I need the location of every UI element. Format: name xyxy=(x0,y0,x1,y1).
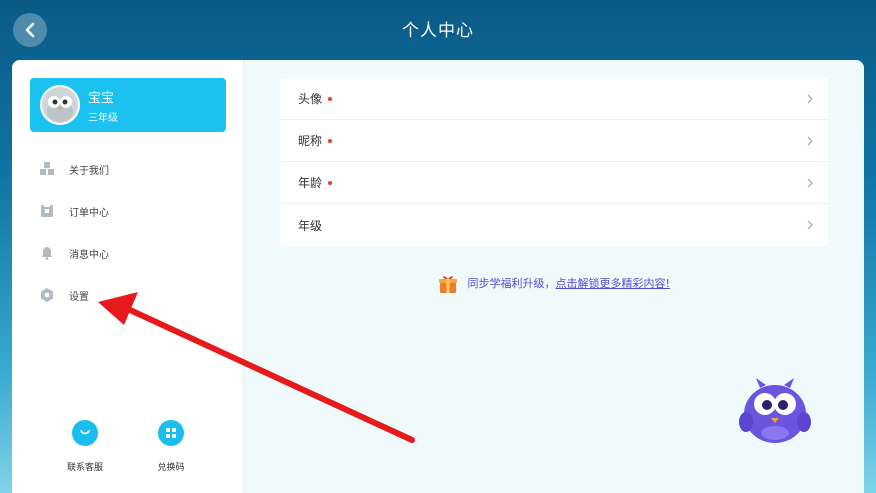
profile-card[interactable]: 宝宝 三年级 xyxy=(30,78,226,132)
chevron-right-icon xyxy=(807,178,813,188)
redeem-code-button[interactable]: 兑换码 xyxy=(139,420,203,473)
row-avatar[interactable]: 头像 xyxy=(280,78,828,120)
sidebar-item-messages[interactable]: 消息中心 xyxy=(12,232,244,274)
row-label: 昵称 xyxy=(298,134,323,148)
bell-icon xyxy=(41,247,53,260)
required-dot xyxy=(328,139,333,143)
user-name: 宝宝 xyxy=(88,91,115,106)
owl-avatar-icon xyxy=(42,87,78,123)
promo-banner: 同步学福利升级，点击解锁更多精彩内容! xyxy=(280,274,828,294)
redeem-code-label: 兑换码 xyxy=(157,463,185,473)
user-grade: 三年级 xyxy=(88,113,118,124)
cubes-icon xyxy=(40,162,54,175)
row-label: 年级 xyxy=(298,218,323,233)
customer-service-button[interactable]: 联系客服 xyxy=(53,420,117,473)
top-bar: 个人中心 xyxy=(0,0,876,58)
promo-link[interactable]: 点击解锁更多精彩内容! xyxy=(556,277,670,290)
profile-rows: 头像 昵称 年龄 年级 xyxy=(280,78,828,246)
row-nickname[interactable]: 昵称 xyxy=(280,120,828,162)
sidebar-menu: 关于我们 订单中心 消息中心 设置 xyxy=(12,148,244,316)
required-dot xyxy=(328,97,333,101)
page-title: 个人中心 xyxy=(402,21,474,41)
profile-content: 头像 昵称 年龄 年级 同步学福利升级，点击解锁更多精彩内容! xyxy=(280,78,828,293)
row-grade[interactable]: 年级 xyxy=(280,204,828,246)
required-dot xyxy=(328,181,333,185)
chevron-right-icon xyxy=(807,94,813,104)
sidebar-item-about-us[interactable]: 关于我们 xyxy=(12,148,244,190)
row-label: 头像 xyxy=(298,92,323,106)
sidebar: 宝宝 三年级 关于我们 订单中心 消息中心 设置 联系客服 兑换码 xyxy=(12,60,244,493)
sidebar-item-label: 消息中心 xyxy=(69,249,109,261)
sidebar-item-label: 订单中心 xyxy=(69,207,109,219)
chevron-right-icon xyxy=(807,220,813,230)
gear-icon xyxy=(41,288,53,302)
chevron-right-icon xyxy=(807,136,813,146)
sidebar-item-settings[interactable]: 设置 xyxy=(12,274,244,316)
customer-service-icon xyxy=(72,420,98,446)
sidebar-item-label: 关于我们 xyxy=(69,165,109,177)
main-panel: 宝宝 三年级 关于我们 订单中心 消息中心 设置 联系客服 兑换码 头像 昵称 … xyxy=(12,60,864,493)
sidebar-item-orders[interactable]: 订单中心 xyxy=(12,190,244,232)
mascot-image xyxy=(739,378,811,443)
avatar xyxy=(40,85,80,125)
row-age[interactable]: 年龄 xyxy=(280,162,828,204)
row-label: 年龄 xyxy=(298,176,323,190)
gift-icon xyxy=(439,276,458,293)
grid-icon xyxy=(158,420,184,446)
sidebar-item-label: 设置 xyxy=(69,291,89,303)
promo-text: 同步学福利升级， xyxy=(467,277,556,290)
customer-service-label: 联系客服 xyxy=(66,463,103,473)
order-icon xyxy=(41,204,53,217)
